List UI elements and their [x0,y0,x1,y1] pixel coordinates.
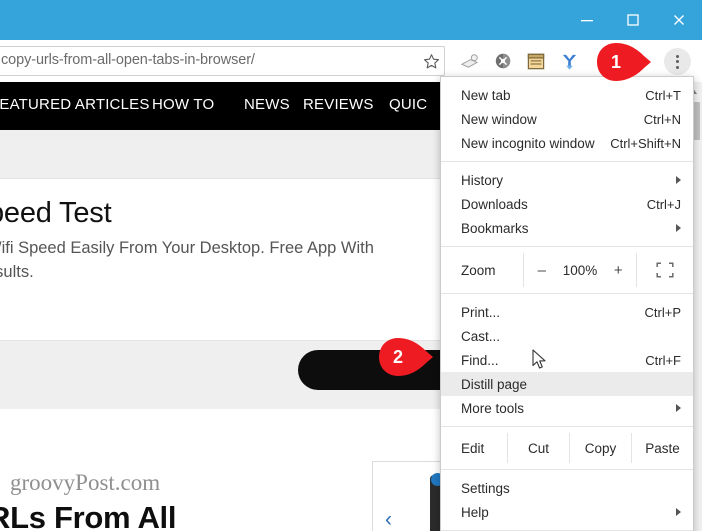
menu-item-new-tab[interactable]: New tab Ctrl+T [441,83,693,107]
menu-item-settings[interactable]: Settings [441,476,693,500]
menu-item-shortcut: Ctrl+N [643,111,681,127]
zoom-level-value: 100% [562,262,598,278]
chevron-right-icon [676,404,681,412]
menu-separator [441,161,693,162]
zoom-row: Zoom – 100% + [441,253,693,287]
nav-item-how-to[interactable]: HOW TO [152,96,214,113]
menu-item-label: New window [461,111,537,127]
nav-item-news[interactable]: NEWS [244,96,290,113]
cut-button[interactable]: Cut [507,433,569,463]
menu-item-label: New incognito window [461,135,595,151]
callout-number: 1 [610,51,621,72]
menu-item-label: Settings [461,480,510,496]
maximize-button[interactable] [610,0,656,40]
minimize-button[interactable] [564,0,610,40]
article-headline: RLs From All [0,500,177,531]
menu-item-label: Distill page [461,376,528,392]
menu-separator [441,293,693,294]
menu-item-shortcut: Ctrl+F [645,352,681,368]
thumbnail-chevron-left-icon: ‹ [385,508,392,531]
menu-separator [441,426,693,427]
zoom-in-button[interactable]: + [611,262,625,279]
menu-separator [441,469,693,470]
menu-item-label: More tools [461,400,525,416]
menu-item-label: Print... [461,304,501,320]
extension-icon-2[interactable] [489,48,517,74]
edit-label: Edit [461,440,485,456]
menu-item-shortcut: Ctrl+J [646,196,681,212]
chrome-main-menu: New tab Ctrl+T New window Ctrl+N New inc… [440,76,694,531]
window-titlebar [0,0,702,40]
zoom-label: Zoom [461,262,496,278]
callout-marker-1: 1 [596,42,652,82]
menu-item-label: Help [461,504,489,520]
mouse-cursor [532,349,548,371]
maximize-icon [627,14,639,26]
callout-number: 2 [392,346,403,367]
menu-item-label: Bookmarks [461,220,529,236]
callout-marker-2: 2 [378,337,434,377]
close-button[interactable] [656,0,702,40]
fullscreen-icon [656,262,674,278]
three-dot-menu-icon [676,54,679,58]
ad-description-line-1: Wifi Speed Easily From Your Desktop. Fre… [0,239,374,257]
menu-item-shortcut: Ctrl+T [645,87,681,103]
edit-row: Edit Cut Copy Paste [441,433,693,463]
menu-item-cast[interactable]: Cast... [441,324,693,348]
minimize-icon [581,20,593,22]
three-dot-menu-button[interactable] [664,48,691,75]
menu-item-downloads[interactable]: Downloads Ctrl+J [441,192,693,216]
ad-description-line-2: esults. [0,263,34,281]
zoom-out-button[interactable]: – [535,262,549,279]
menu-item-distill-page[interactable]: Distill page [441,372,693,396]
zoom-controls: – 100% + [523,253,637,287]
paste-button[interactable]: Paste [631,433,693,463]
menu-item-help[interactable]: Help [441,500,693,524]
url-text: copy-urls-from-all-open-tabs-in-browser/ [1,52,255,68]
menu-item-label: Downloads [461,196,528,212]
close-icon [674,15,684,25]
menu-item-label: History [461,172,504,188]
menu-item-bookmarks[interactable]: Bookmarks [441,216,693,240]
chevron-right-icon [676,508,681,516]
menu-item-label: Cast... [461,328,501,344]
menu-item-history[interactable]: History [441,168,693,192]
ad-title: peed Test [0,197,112,229]
nav-item-reviews[interactable]: REVIEWS [303,96,374,113]
extension-icon-1[interactable] [455,48,483,74]
menu-item-label: New tab [461,87,511,103]
nav-item-quick[interactable]: QUIC [389,96,427,113]
site-logo-text: groovyPost.com [10,470,161,495]
bookmark-star-icon[interactable] [418,48,444,74]
menu-separator [441,246,693,247]
cursor-arrow-icon [532,349,546,369]
menu-item-more-tools[interactable]: More tools [441,396,693,420]
menu-item-new-window[interactable]: New window Ctrl+N [441,107,693,131]
browser-window-screenshot: copy-urls-from-all-open-tabs-in-browser/ [0,0,702,531]
extension-icon-4[interactable] [555,48,583,74]
chevron-right-icon [676,176,681,184]
fullscreen-button[interactable] [637,262,693,278]
address-bar[interactable]: copy-urls-from-all-open-tabs-in-browser/ [0,46,445,76]
menu-item-new-incognito-window[interactable]: New incognito window Ctrl+Shift+N [441,131,693,155]
menu-item-shortcut: Ctrl+Shift+N [610,135,681,151]
extension-icon-3[interactable] [522,48,550,74]
copy-button[interactable]: Copy [569,433,631,463]
menu-item-shortcut: Ctrl+P [644,304,681,320]
menu-item-find[interactable]: Find... Ctrl+F [441,348,693,372]
nav-item-featured-articles[interactable]: FEATURED ARTICLES [0,96,150,113]
chevron-right-icon [676,224,681,232]
menu-item-print[interactable]: Print... Ctrl+P [441,300,693,324]
menu-item-label: Find... [461,352,499,368]
